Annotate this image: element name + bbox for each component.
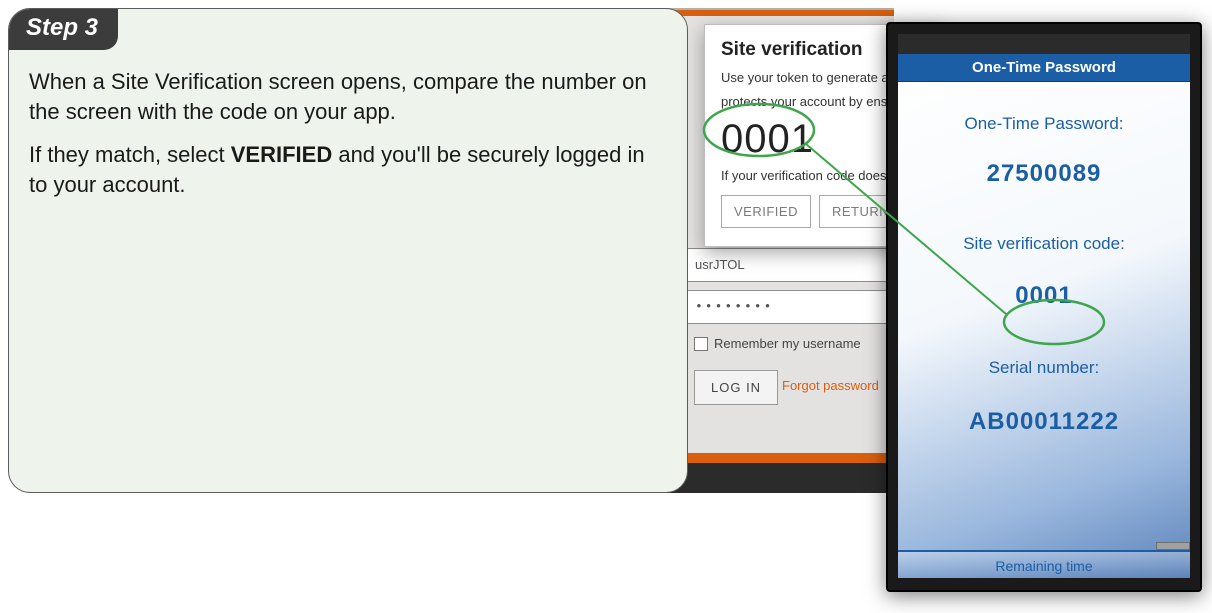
remaining-time-label: Remaining time: [898, 550, 1190, 578]
serial-number-label: Serial number:: [898, 358, 1190, 378]
phone-device: One-Time Password One-Time Password: 275…: [886, 22, 1202, 592]
footer-orange-strip: [664, 453, 894, 463]
password-field[interactable]: ••••••••: [684, 290, 894, 324]
checkbox-icon[interactable]: [694, 337, 708, 351]
site-verification-value: 0001: [898, 282, 1190, 310]
remember-username-row[interactable]: Remember my username: [694, 336, 861, 351]
instruction-card: Step 3 When a Site Verification screen o…: [8, 8, 688, 493]
login-button[interactable]: LOG IN: [694, 370, 778, 405]
instruction-para2-pre: If they match, select: [29, 142, 231, 167]
site-verification-label: Site verification code:: [898, 234, 1190, 254]
instruction-paragraph-2: If they match, select VERIFIED and you'l…: [29, 140, 663, 199]
instruction-paragraph-1: When a Site Verification screen opens, c…: [29, 67, 663, 126]
instruction-text: When a Site Verification screen opens, c…: [29, 67, 663, 214]
progress-indicator: [1156, 542, 1190, 550]
otp-label: One-Time Password:: [898, 114, 1190, 134]
brand-orange-bar: [664, 10, 894, 16]
remember-username-label: Remember my username: [714, 336, 861, 351]
verified-button[interactable]: VERIFIED: [721, 195, 811, 228]
app-header: One-Time Password: [898, 54, 1190, 82]
step-badge: Step 3: [8, 8, 118, 50]
instruction-para2-bold: VERIFIED: [231, 142, 332, 167]
phone-status-bar: [898, 34, 1190, 54]
footer-dark-strip: [664, 463, 894, 493]
username-field[interactable]: usrJTOL: [684, 248, 894, 282]
otp-value: 27500089: [898, 160, 1190, 188]
phone-screen: One-Time Password One-Time Password: 275…: [898, 54, 1190, 578]
serial-number-value: AB00011222: [898, 408, 1190, 436]
forgot-password-link[interactable]: Forgot password: [782, 378, 879, 393]
